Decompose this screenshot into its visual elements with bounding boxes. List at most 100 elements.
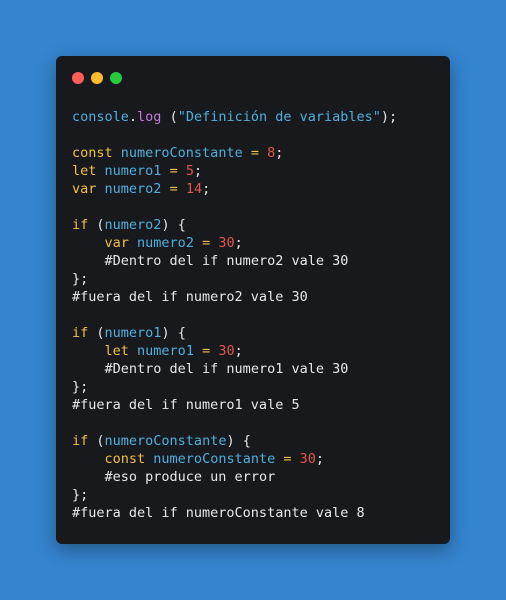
code-token-punct: ; [275, 145, 284, 161]
code-token-comment: #eso produce un error [104, 469, 276, 485]
code-token-op: = [169, 163, 178, 179]
code-token-punct: ( [88, 433, 105, 449]
code-token-punct: ); [380, 109, 398, 125]
code-line: #eso produce un error [72, 468, 397, 486]
code-line: const numeroConstante = 8; [72, 144, 397, 162]
code-token-punct: ) { [161, 217, 186, 233]
window-controls [72, 72, 122, 84]
code-token-method: log [137, 109, 162, 125]
code-token-keyword: var [72, 181, 97, 197]
code-token-punct: ; [202, 181, 211, 197]
code-line: console.log ("Definición de variables"); [72, 108, 397, 126]
code-token-op: = [283, 451, 292, 467]
code-token-punct: ) { [226, 433, 251, 449]
code-token-ident: console [72, 109, 129, 125]
code-token-op: = [202, 235, 211, 251]
code-token-punct: ( [88, 217, 105, 233]
code-token-punct: ; [315, 451, 325, 467]
code-token-ident: numero1 [137, 343, 194, 359]
code-token-punct: ( [88, 325, 105, 341]
code-token-number: 30 [299, 451, 316, 467]
code-token-comment: #fuera del if numero1 vale 5 [72, 397, 300, 413]
code-line: var numero2 = 14; [72, 180, 397, 198]
code-line: #fuera del if numero1 vale 5 [72, 396, 397, 414]
code-token-ident: numero1 [104, 325, 162, 341]
code-token-keyword: let [72, 163, 97, 179]
code-line: if (numeroConstante) { [72, 432, 397, 450]
code-token-op: = [250, 145, 259, 161]
code-token-keyword: if [72, 433, 89, 449]
code-token-ident: numeroConstante [104, 433, 227, 449]
code-line: #fuera del if numero2 vale 30 [72, 288, 397, 306]
code-line: #fuera del if numeroConstante vale 8 [72, 504, 397, 522]
code-line: #Dentro del if numero2 vale 30 [72, 252, 397, 270]
code-line: const numeroConstante = 30; [72, 450, 397, 468]
code-token-keyword: var [104, 235, 129, 251]
code-token-comment: #Dentro del if numero1 vale 30 [104, 361, 349, 377]
code-token-op: = [169, 181, 178, 197]
code-token-punct: ; [194, 163, 203, 179]
code-token-ident: numeroConstante [153, 451, 276, 467]
code-token-comment: #Dentro del if numero2 vale 30 [104, 253, 349, 269]
code-token-keyword: const [72, 145, 113, 161]
code-line: }; [72, 486, 397, 504]
code-token-keyword: let [104, 343, 129, 359]
code-token-keyword: const [104, 451, 146, 467]
code-token-number: 30 [218, 343, 235, 359]
code-line: if (numero1) { [72, 324, 397, 342]
code-token-ident: numero2 [137, 235, 194, 251]
code-token-keyword: if [72, 325, 89, 341]
code-token-punct: ; [234, 343, 243, 359]
code-token-ident: numeroConstante [120, 145, 243, 161]
code-token-punct: ( [161, 109, 178, 125]
code-token-ident: numero2 [104, 217, 162, 233]
code-token-ident: numero1 [104, 163, 162, 179]
code-token-punct: ) { [161, 325, 186, 341]
code-token-punct: }; [72, 379, 89, 395]
code-line: if (numero2) { [72, 216, 397, 234]
code-line: }; [72, 378, 397, 396]
code-token-number: 5 [185, 163, 194, 179]
code-token-string: "Definición de variables" [177, 109, 381, 125]
close-dot-icon[interactable] [72, 72, 84, 84]
code-token-punct: }; [72, 271, 89, 287]
code-line: let numero1 = 5; [72, 162, 397, 180]
code-token-punct: ; [234, 235, 243, 251]
code-block: console.log ("Definición de variables");… [72, 108, 397, 522]
code-line: var numero2 = 30; [72, 234, 397, 252]
minimize-dot-icon[interactable] [91, 72, 103, 84]
code-line: let numero1 = 30; [72, 342, 397, 360]
code-token-ident: numero2 [104, 181, 162, 197]
code-token-number: 30 [218, 235, 235, 251]
code-window: console.log ("Definición de variables");… [56, 56, 450, 544]
maximize-dot-icon[interactable] [110, 72, 122, 84]
code-token-keyword: if [72, 217, 89, 233]
code-token-punct: . [128, 109, 138, 125]
code-token-op: = [202, 343, 211, 359]
code-line: }; [72, 270, 397, 288]
code-token-comment: #fuera del if numeroConstante vale 8 [72, 505, 365, 521]
